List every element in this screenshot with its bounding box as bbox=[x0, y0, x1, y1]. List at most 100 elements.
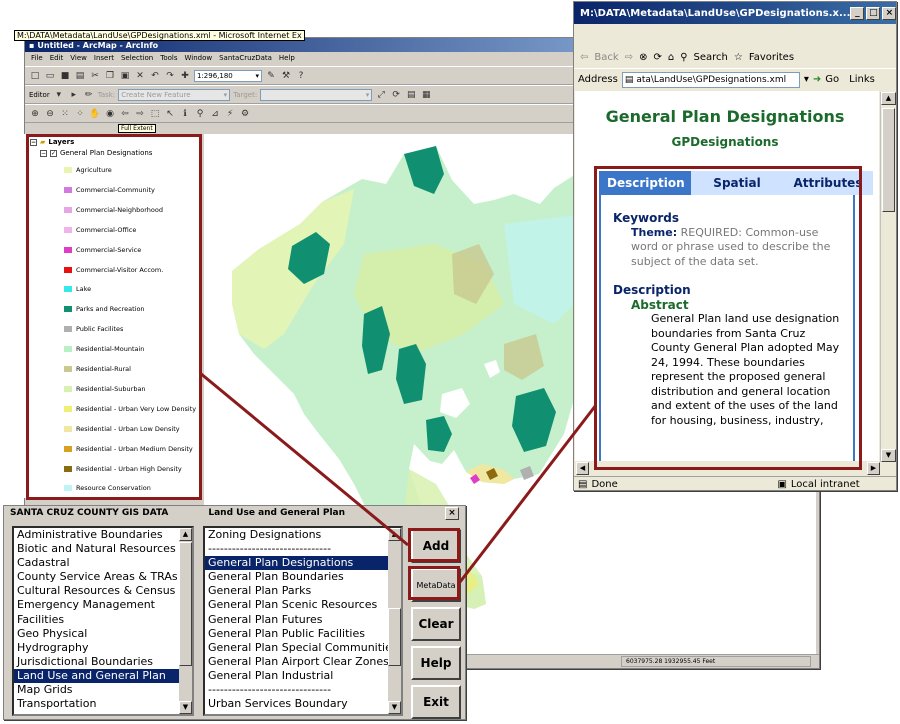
category-item[interactable]: Facilities bbox=[14, 613, 192, 627]
open-icon[interactable]: ▭ bbox=[44, 70, 56, 82]
redo-icon[interactable]: ↷ bbox=[164, 70, 176, 82]
hyperlink-icon[interactable]: ⚡ bbox=[224, 108, 236, 120]
go-arrow-icon[interactable]: ➜ bbox=[813, 74, 821, 85]
print-icon[interactable]: ▤ bbox=[74, 70, 86, 82]
toc-layer[interactable]: − ✓ General Plan Designations bbox=[40, 149, 152, 157]
fixed-zoom-in-icon[interactable]: ⁙ bbox=[59, 108, 71, 120]
editor-toolbar-icon[interactable]: ✎ bbox=[265, 70, 277, 82]
zoom-in-icon[interactable]: ⊕ bbox=[29, 108, 41, 120]
full-extent-icon[interactable]: ◉ bbox=[104, 108, 116, 120]
select-features-icon[interactable]: ⬚ bbox=[149, 108, 161, 120]
menu-santacruzdata[interactable]: SantaCruzData bbox=[219, 54, 272, 64]
scroll-down-icon[interactable]: ▼ bbox=[881, 449, 896, 462]
cut-icon[interactable]: ✂ bbox=[89, 70, 101, 82]
category-list[interactable]: Administrative Boundaries Biotic and Natu… bbox=[12, 526, 194, 716]
menu-tools[interactable]: Tools bbox=[160, 54, 177, 64]
attributes-icon[interactable]: ▤ bbox=[405, 89, 417, 101]
layer-item[interactable]: General Plan Airport Clear Zones bbox=[205, 655, 401, 669]
layer-item[interactable]: General Plan Special Communities bbox=[205, 641, 401, 655]
layer-item[interactable]: ------------------------------- bbox=[205, 542, 401, 556]
layer-scrollbar[interactable]: ▲ ▼ bbox=[388, 528, 401, 714]
tab-attributes[interactable]: Attributes bbox=[783, 171, 873, 195]
sketch-tool-icon[interactable]: ✏ bbox=[83, 89, 95, 101]
ie-horizontal-scrollbar[interactable]: ◀ ▶ bbox=[576, 462, 880, 476]
layer-visibility-checkbox[interactable]: ✓ bbox=[50, 149, 57, 157]
back-extent-icon[interactable]: ⇦ bbox=[119, 108, 131, 120]
layer-list[interactable]: Zoning Designations ---------------------… bbox=[203, 526, 403, 716]
undo-icon[interactable]: ↶ bbox=[149, 70, 161, 82]
close-icon[interactable]: × bbox=[882, 6, 897, 20]
favorites-icon[interactable]: ☆ bbox=[734, 52, 743, 63]
close-icon[interactable]: × bbox=[445, 506, 459, 520]
scroll-up-icon[interactable]: ▲ bbox=[881, 92, 896, 105]
category-item[interactable]: Biotic and Natural Resources bbox=[14, 542, 192, 556]
exit-button[interactable]: Exit bbox=[411, 685, 461, 719]
category-item[interactable]: Land Use and General Plan bbox=[14, 668, 192, 684]
help-button[interactable]: Help bbox=[411, 646, 461, 680]
whats-this-icon[interactable]: ? bbox=[295, 70, 307, 82]
scroll-thumb[interactable] bbox=[388, 608, 401, 666]
forward-extent-icon[interactable]: ⇨ bbox=[134, 108, 146, 120]
menu-selection[interactable]: Selection bbox=[121, 54, 153, 64]
scale-combo[interactable]: 1:296,180 ▾ bbox=[194, 69, 262, 82]
address-input[interactable]: ▤ ata\LandUse\GPDesignations.xml bbox=[621, 71, 800, 88]
tab-description[interactable]: Description bbox=[599, 171, 691, 195]
favorites-button[interactable]: Favorites bbox=[749, 52, 794, 63]
custom-tool-icon[interactable]: ⚙ bbox=[239, 108, 251, 120]
fixed-zoom-out-icon[interactable]: ⁘ bbox=[74, 108, 86, 120]
refresh-icon[interactable]: ⟳ bbox=[653, 52, 661, 63]
minimize-icon[interactable]: _ bbox=[850, 6, 865, 20]
save-icon[interactable]: ■ bbox=[59, 70, 71, 82]
collapse-icon[interactable]: − bbox=[40, 149, 47, 157]
metadata-button[interactable]: MetaData bbox=[411, 568, 461, 602]
editor-menu[interactable]: Editor bbox=[29, 91, 50, 99]
go-button[interactable]: Go bbox=[825, 74, 839, 85]
scroll-right-icon[interactable]: ▶ bbox=[867, 462, 880, 475]
scroll-up-icon[interactable]: ▲ bbox=[388, 528, 401, 541]
category-item[interactable]: Jurisdictional Boundaries bbox=[14, 655, 192, 669]
address-dropdown-icon[interactable]: ▾ bbox=[804, 74, 809, 85]
category-item[interactable]: Transportation bbox=[14, 697, 192, 711]
category-item[interactable]: Hydrography bbox=[14, 641, 192, 655]
task-combo[interactable]: Create New Feature ▾ bbox=[118, 88, 231, 101]
find-icon[interactable]: ⚲ bbox=[194, 108, 206, 120]
scroll-thumb[interactable] bbox=[179, 542, 192, 666]
ie-vertical-scrollbar[interactable]: ▲ ▼ bbox=[880, 92, 896, 462]
layer-item[interactable]: Zoning Designations bbox=[205, 528, 401, 542]
layer-item[interactable]: General Plan Public Facilities bbox=[205, 627, 401, 641]
menu-help[interactable]: Help bbox=[279, 54, 295, 64]
layer-item[interactable]: General Plan Boundaries bbox=[205, 570, 401, 584]
paste-icon[interactable]: ▣ bbox=[119, 70, 131, 82]
scroll-down-icon[interactable]: ▼ bbox=[388, 701, 401, 714]
forward-arrow-icon[interactable]: ⇨ bbox=[625, 52, 633, 63]
add-button[interactable]: Add bbox=[411, 529, 461, 563]
rotate-icon[interactable]: ⟳ bbox=[390, 89, 402, 101]
target-combo[interactable]: ▾ bbox=[260, 88, 373, 101]
copy-icon[interactable]: ❐ bbox=[104, 70, 116, 82]
maximize-icon[interactable]: □ bbox=[866, 6, 881, 20]
layer-item[interactable]: General Plan Designations bbox=[205, 556, 401, 571]
layer-item[interactable]: General Plan Futures bbox=[205, 613, 401, 627]
category-item[interactable]: Administrative Boundaries bbox=[14, 528, 192, 542]
search-icon[interactable]: ⚲ bbox=[680, 52, 687, 63]
edit-tool-icon[interactable]: ▸ bbox=[68, 89, 80, 101]
scroll-left-icon[interactable]: ◀ bbox=[576, 462, 589, 475]
category-item[interactable]: Geo Physical bbox=[14, 627, 192, 641]
pan-icon[interactable]: ✋ bbox=[89, 108, 101, 120]
links-button[interactable]: Links bbox=[849, 74, 875, 85]
arctoolbox-icon[interactable]: ⚒ bbox=[280, 70, 292, 82]
home-icon[interactable]: ⌂ bbox=[668, 52, 674, 63]
delete-icon[interactable]: ✕ bbox=[134, 70, 146, 82]
category-item[interactable]: Emergency Management bbox=[14, 598, 192, 612]
layer-item[interactable]: General Plan Industrial bbox=[205, 669, 401, 683]
layer-item[interactable]: General Plan Parks bbox=[205, 584, 401, 598]
menu-file[interactable]: File bbox=[31, 54, 43, 64]
scroll-up-icon[interactable]: ▲ bbox=[179, 528, 192, 541]
tab-spatial[interactable]: Spatial bbox=[691, 171, 783, 195]
zoom-out-icon[interactable]: ⊖ bbox=[44, 108, 56, 120]
select-elements-icon[interactable]: ↖ bbox=[164, 108, 176, 120]
menu-view[interactable]: View bbox=[70, 54, 87, 64]
toc-root[interactable]: − ▰ Layers bbox=[30, 138, 74, 146]
sketch-properties-icon[interactable]: ▦ bbox=[420, 89, 432, 101]
identify-icon[interactable]: ℹ bbox=[179, 108, 191, 120]
